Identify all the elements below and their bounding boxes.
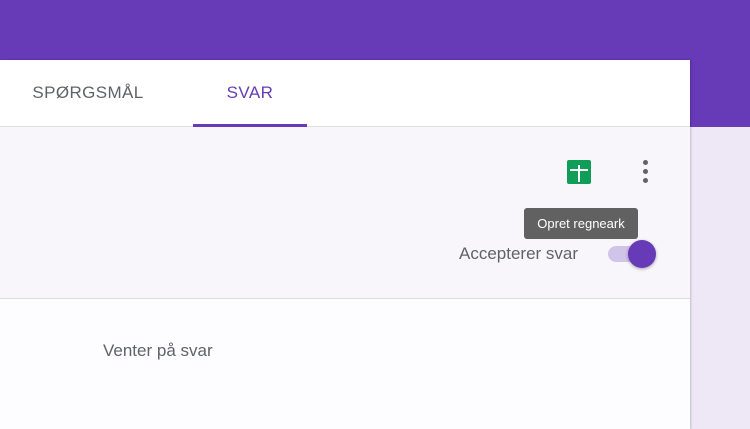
more-vert-icon	[643, 160, 648, 165]
responses-card: SPØRGSMÅL SVAR Opret regneark Accepterer…	[0, 60, 690, 429]
tab-responses[interactable]: SVAR	[193, 60, 307, 127]
more-options-button[interactable]	[634, 157, 658, 187]
create-spreadsheet-button[interactable]	[567, 160, 591, 184]
empty-state-text: Venter på svar	[103, 341, 213, 360]
sheets-icon	[578, 165, 580, 182]
tab-questions-label: SPØRGSMÅL	[32, 83, 144, 102]
accepting-responses-toggle[interactable]	[606, 239, 660, 269]
responses-summary: Opret regneark Accepterer svar	[0, 127, 690, 299]
responses-area: Venter på svar	[0, 299, 690, 429]
tooltip: Opret regneark	[524, 208, 638, 239]
accepting-responses-label: Accepterer svar	[459, 244, 579, 263]
toggle-thumb	[628, 240, 656, 268]
tab-questions[interactable]: SPØRGSMÅL	[18, 60, 158, 126]
tab-bar: SPØRGSMÅL SVAR	[0, 60, 690, 127]
tab-responses-label: SVAR	[226, 83, 274, 102]
